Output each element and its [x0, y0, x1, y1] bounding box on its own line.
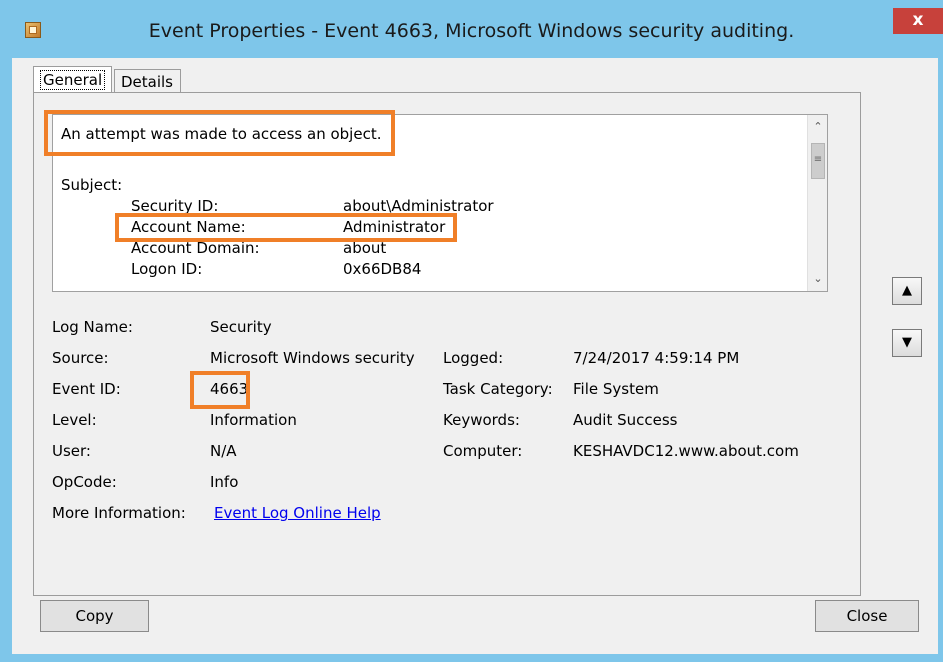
close-window-button[interactable]: x: [893, 8, 943, 34]
event-description-box[interactable]: An attempt was made to access an object.…: [52, 114, 828, 292]
user-label: User:: [52, 442, 91, 460]
tab-general[interactable]: General: [33, 66, 112, 92]
event-log-online-help-link[interactable]: Event Log Online Help: [214, 504, 381, 522]
level-label: Level:: [52, 411, 97, 429]
level-value: Information: [210, 411, 297, 429]
next-event-button[interactable]: ▼: [892, 329, 922, 357]
keywords-value: Audit Success: [573, 411, 678, 429]
down-arrow-icon: ▼: [902, 335, 912, 350]
copy-button[interactable]: Copy: [40, 600, 149, 632]
logon-id-label: Logon ID:: [131, 260, 203, 278]
computer-label: Computer:: [443, 442, 523, 460]
dialog-client-area: General Details An attempt was made to a…: [12, 58, 938, 654]
logon-id-value: 0x66DB84: [343, 260, 422, 278]
account-name-value: Administrator: [343, 218, 446, 236]
opcode-value: Info: [210, 473, 239, 491]
up-arrow-icon: ▲: [902, 283, 912, 298]
opcode-label: OpCode:: [52, 473, 117, 491]
scroll-thumb[interactable]: ≡: [811, 143, 825, 179]
account-domain-label: Account Domain:: [131, 239, 260, 257]
more-information-label: More Information:: [52, 504, 186, 522]
event-id-value: 4663: [210, 380, 249, 398]
scroll-up-arrow-icon[interactable]: ⌃: [810, 119, 826, 135]
logged-label: Logged:: [443, 349, 504, 367]
previous-event-button[interactable]: ▲: [892, 277, 922, 305]
account-domain-value: about: [343, 239, 387, 257]
scroll-down-arrow-icon[interactable]: ⌄: [810, 271, 826, 287]
task-category-value: File System: [573, 380, 659, 398]
close-button[interactable]: Close: [815, 600, 919, 632]
source-label: Source:: [52, 349, 109, 367]
tab-details-label: Details: [121, 73, 174, 91]
tab-general-label: General: [40, 70, 106, 90]
event-viewer-icon: [25, 22, 41, 38]
user-value: N/A: [210, 442, 237, 460]
title-bar: Event Properties - Event 4663, Microsoft…: [0, 0, 943, 42]
window-title: Event Properties - Event 4663, Microsoft…: [148, 20, 795, 42]
subject-label: Subject:: [61, 176, 123, 194]
event-properties-window: Event Properties - Event 4663, Microsoft…: [0, 0, 943, 662]
keywords-label: Keywords:: [443, 411, 520, 429]
log-name-value: Security: [210, 318, 272, 336]
computer-value: KESHAVDC12.www.about.com: [573, 442, 799, 460]
tab-details[interactable]: Details: [114, 69, 181, 92]
task-category-label: Task Category:: [443, 380, 553, 398]
log-name-label: Log Name:: [52, 318, 133, 336]
logged-value: 7/24/2017 4:59:14 PM: [573, 349, 740, 367]
event-id-label: Event ID:: [52, 380, 121, 398]
description-headline: An attempt was made to access an object.: [61, 125, 382, 143]
description-scrollbar[interactable]: ⌃ ≡ ⌄: [807, 115, 827, 291]
account-name-label: Account Name:: [131, 218, 246, 236]
security-id-value: about\Administrator: [343, 197, 494, 215]
security-id-label: Security ID:: [131, 197, 219, 215]
source-value: Microsoft Windows security: [210, 349, 415, 367]
